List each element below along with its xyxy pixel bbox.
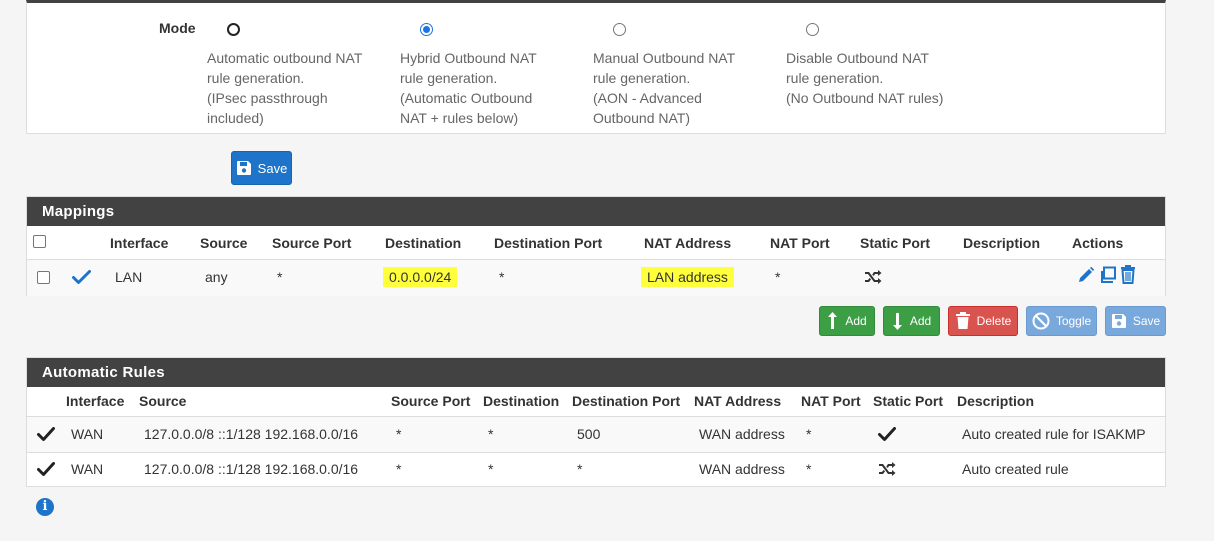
row-destination-highlighted: 0.0.0.0/24	[383, 267, 458, 287]
select-all-checkbox[interactable]	[33, 235, 46, 248]
trash-icon[interactable]	[1120, 265, 1136, 284]
mode-option-hybrid[interactable]: Hybrid Outbound NAT rule generation. (Au…	[400, 23, 585, 128]
col-nat-address[interactable]: NAT Address	[644, 235, 731, 251]
floppy-disk-icon	[236, 161, 251, 175]
auto-col-destination[interactable]: Destination	[483, 393, 559, 409]
auto-row-interface: WAN	[71, 461, 104, 477]
delete-button[interactable]: Delete	[948, 306, 1018, 336]
auto-row-destination-port: *	[577, 461, 583, 477]
auto-row-nat-port: *	[806, 461, 812, 477]
auto-row-description: Auto created rule	[962, 461, 1069, 477]
mode-option-disable[interactable]: Disable Outbound NAT rule generation. (N…	[786, 23, 986, 108]
col-destination[interactable]: Destination	[385, 235, 461, 251]
auto-col-nat-port[interactable]: NAT Port	[801, 393, 861, 409]
toggle-label: Toggle	[1055, 314, 1092, 328]
col-source-port[interactable]: Source Port	[272, 235, 351, 251]
trash-icon	[955, 312, 970, 329]
col-destination-port[interactable]: Destination Port	[494, 235, 602, 251]
col-interface[interactable]: Interface	[110, 235, 168, 251]
auto-row-nat-port: *	[806, 426, 812, 442]
auto-row-nat-address: WAN address	[699, 461, 785, 477]
mode-radio-automatic[interactable]	[227, 23, 240, 36]
arrow-turn-up-icon	[828, 312, 838, 329]
row-source: any	[205, 269, 228, 285]
add-bottom-button[interactable]: Add	[883, 306, 940, 336]
pencil-edit-icon[interactable]	[1077, 266, 1095, 284]
ban-icon	[1032, 312, 1050, 330]
mode-option-disable-description: Disable Outbound NAT rule generation. (N…	[786, 50, 944, 106]
mode-radio-hybrid[interactable]	[420, 23, 433, 36]
auto-row-destination-port: 500	[577, 426, 601, 442]
auto-col-static-port[interactable]: Static Port	[873, 393, 943, 409]
shuffle-icon	[865, 270, 882, 284]
auto-row-description: Auto created rule for ISAKMP	[962, 426, 1146, 442]
arrow-turn-down-icon	[892, 313, 902, 330]
col-nat-port[interactable]: NAT Port	[770, 235, 830, 251]
check-icon	[878, 427, 896, 441]
mode-save-label: Save	[257, 160, 288, 176]
auto-row-source: 127.0.0.0/8 ::1/128 192.168.0.0/16	[144, 426, 359, 442]
row-nat-port: *	[775, 269, 781, 285]
mode-option-manual[interactable]: Manual Outbound NAT rule generation. (AO…	[593, 23, 778, 128]
auto-col-description[interactable]: Description	[957, 393, 1034, 409]
row-nat-address-highlighted: LAN address	[641, 267, 734, 287]
copy-icon[interactable]	[1099, 266, 1117, 284]
mappings-panel: Mappings Interface Source Source Port De…	[26, 196, 1166, 296]
mode-option-hybrid-description: Hybrid Outbound NAT rule generation. (Au…	[400, 50, 537, 126]
add-top-button[interactable]: Add	[819, 306, 875, 336]
auto-row-source-port: *	[396, 426, 402, 442]
mappings-save-button[interactable]: Save	[1105, 306, 1166, 336]
delete-label: Delete	[976, 314, 1012, 328]
row-source-port: *	[277, 269, 283, 285]
mode-radio-manual[interactable]	[613, 23, 626, 36]
check-icon	[37, 462, 55, 476]
mode-save-button[interactable]: Save	[231, 151, 292, 185]
auto-row-interface: WAN	[71, 426, 104, 442]
mode-option-automatic[interactable]: Automatic outbound NAT rule generation. …	[207, 23, 392, 128]
info-icon[interactable]: i	[36, 498, 54, 516]
auto-row-source-port: *	[396, 461, 402, 477]
auto-row-destination: *	[488, 461, 494, 477]
auto-col-destination-port[interactable]: Destination Port	[572, 393, 680, 409]
auto-col-source[interactable]: Source	[139, 393, 186, 409]
row-select-checkbox[interactable]	[37, 271, 50, 284]
mode-option-manual-description: Manual Outbound NAT rule generation. (AO…	[593, 50, 736, 126]
mode-option-automatic-description: Automatic outbound NAT rule generation. …	[207, 50, 363, 126]
outbound-nat-mode-panel: Mode Automatic outbound NAT rule generat…	[26, 0, 1166, 134]
auto-col-source-port[interactable]: Source Port	[391, 393, 470, 409]
check-icon	[37, 427, 55, 441]
col-description[interactable]: Description	[963, 235, 1040, 251]
auto-row-nat-address: WAN address	[699, 426, 785, 442]
mode-radio-disable[interactable]	[806, 23, 819, 36]
floppy-disk-icon	[1111, 314, 1126, 328]
col-source[interactable]: Source	[200, 235, 247, 251]
table-row: WAN 127.0.0.0/8 ::1/128 192.168.0.0/16 *…	[27, 417, 1165, 452]
enabled-check-icon	[72, 270, 91, 284]
col-actions: Actions	[1072, 235, 1124, 251]
automatic-rules-panel: Automatic Rules Interface Source Source …	[26, 357, 1166, 487]
row-destination-port: *	[499, 269, 505, 285]
row-interface: LAN	[115, 269, 143, 285]
mappings-title: Mappings	[27, 197, 1165, 226]
auto-col-nat-address[interactable]: NAT Address	[694, 393, 781, 409]
shuffle-icon	[879, 462, 896, 476]
table-row: WAN 127.0.0.0/8 ::1/128 192.168.0.0/16 *…	[27, 453, 1165, 487]
add-bottom-label: Add	[909, 314, 932, 328]
col-static-port[interactable]: Static Port	[860, 235, 930, 251]
auto-row-source: 127.0.0.0/8 ::1/128 192.168.0.0/16	[144, 461, 359, 477]
mode-label: Mode	[159, 20, 196, 36]
auto-row-destination: *	[488, 426, 494, 442]
auto-col-interface[interactable]: Interface	[66, 393, 124, 409]
toggle-button[interactable]: Toggle	[1026, 306, 1097, 336]
table-row[interactable]: LAN any * 0.0.0.0/24 * LAN address *	[27, 260, 1165, 296]
mappings-save-label: Save	[1132, 314, 1161, 328]
add-top-label: Add	[845, 314, 867, 328]
automatic-rules-title: Automatic Rules	[27, 358, 1165, 387]
